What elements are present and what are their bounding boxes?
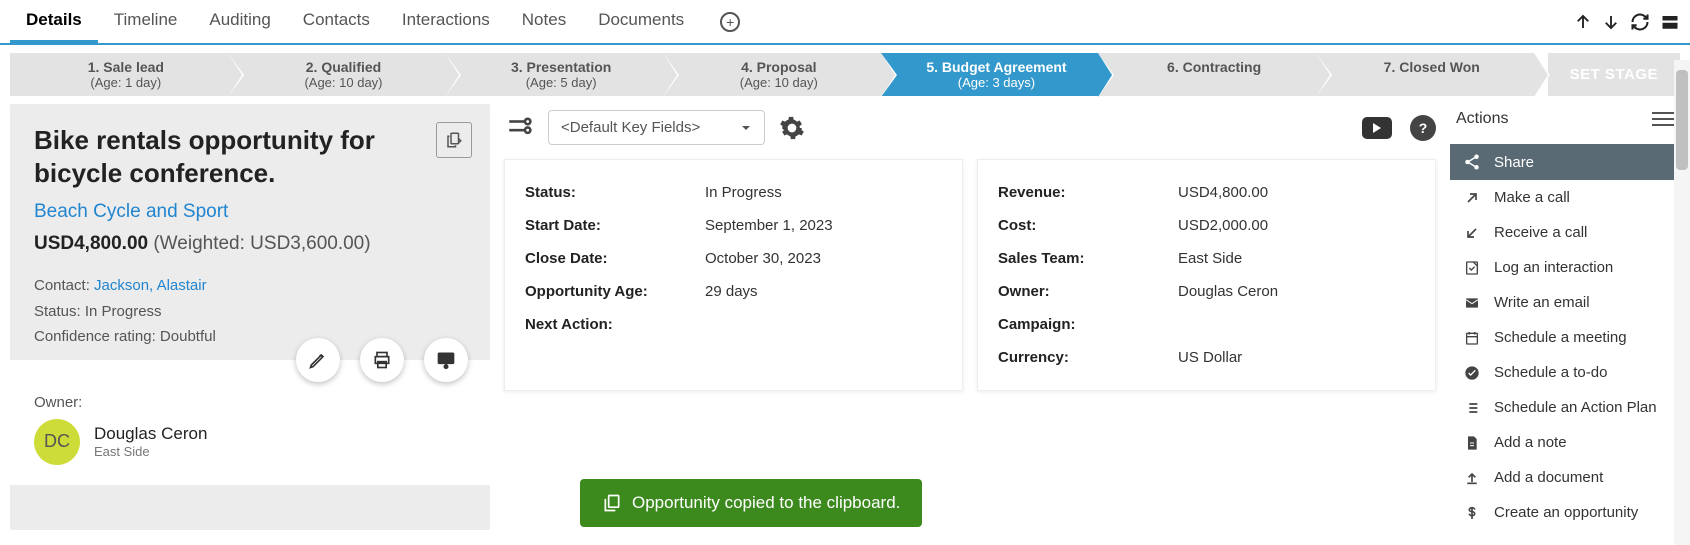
- action-make-a-call[interactable]: Make a call: [1450, 180, 1680, 215]
- actions-title: Actions: [1456, 110, 1508, 128]
- share-icon: [1462, 153, 1482, 171]
- arrow-down-icon[interactable]: [1602, 13, 1620, 31]
- tab-notes[interactable]: Notes: [506, 0, 582, 43]
- action-add-a-document[interactable]: Add a document: [1450, 460, 1680, 495]
- dollar-icon: [1462, 505, 1482, 521]
- actions-menu-icon[interactable]: [1652, 108, 1674, 130]
- tab-interactions[interactable]: Interactions: [386, 0, 506, 43]
- gear-icon[interactable]: [779, 115, 805, 141]
- video-icon[interactable]: [1362, 117, 1392, 139]
- details-card-right: Revenue:USD4,800.00 Cost:USD2,000.00 Sal…: [977, 159, 1436, 391]
- arrow-dl-icon: [1462, 225, 1482, 241]
- owner-name: Douglas Ceron: [94, 424, 207, 444]
- action-schedule-an-action-plan[interactable]: Schedule an Action Plan: [1450, 390, 1680, 425]
- tabs-bar: DetailsTimelineAuditingContactsInteracti…: [0, 0, 1690, 45]
- stage-2[interactable]: 2. Qualified(Age: 10 day): [228, 53, 446, 96]
- help-icon[interactable]: ?: [1410, 115, 1436, 141]
- scrollbar[interactable]: [1674, 60, 1690, 545]
- key-fields-select[interactable]: <Default Key Fields>: [548, 110, 765, 145]
- opportunity-amount: USD4,800.00 (Weighted: USD3,600.00): [34, 233, 466, 255]
- stage-4[interactable]: 4. Proposal(Age: 10 day): [663, 53, 881, 96]
- set-stage-button[interactable]: SET STAGE: [1548, 53, 1680, 96]
- panel-icon[interactable]: [1660, 13, 1680, 31]
- print-button[interactable]: [360, 338, 404, 382]
- tab-timeline[interactable]: Timeline: [98, 0, 194, 43]
- tab-auditing[interactable]: Auditing: [193, 0, 286, 43]
- action-schedule-a-meeting[interactable]: Schedule a meeting: [1450, 320, 1680, 355]
- status-value: In Progress: [85, 303, 162, 320]
- stage-6[interactable]: 6. Contracting: [1098, 53, 1316, 96]
- check-icon: [1462, 365, 1482, 381]
- doc-icon: [1462, 435, 1482, 451]
- stage-1[interactable]: 1. Sale lead(Age: 1 day): [10, 53, 228, 96]
- note-icon: [1462, 260, 1482, 276]
- account-link[interactable]: Beach Cycle and Sport: [34, 201, 466, 223]
- tab-documents[interactable]: Documents: [582, 0, 700, 43]
- toast-message: Opportunity copied to the clipboard.: [580, 479, 922, 527]
- add-tab-button[interactable]: +: [720, 12, 740, 32]
- copy-icon: [602, 493, 622, 513]
- action-schedule-a-to-do[interactable]: Schedule a to-do: [1450, 355, 1680, 390]
- chevron-down-icon: [740, 122, 752, 134]
- arrow-ur-icon: [1462, 190, 1482, 206]
- mail-icon: [1462, 295, 1482, 311]
- copy-button[interactable]: [436, 122, 472, 158]
- present-button[interactable]: [424, 338, 468, 382]
- list-icon: [1462, 400, 1482, 416]
- key-icon[interactable]: [504, 115, 534, 141]
- opportunity-summary-card: Bike rentals opportunity for bicycle con…: [10, 104, 490, 530]
- action-create-an-opportunity[interactable]: Create an opportunity: [1450, 495, 1680, 530]
- opportunity-title: Bike rentals opportunity for bicycle con…: [34, 124, 466, 189]
- tab-contacts[interactable]: Contacts: [287, 0, 386, 43]
- action-receive-a-call[interactable]: Receive a call: [1450, 215, 1680, 250]
- tab-details[interactable]: Details: [10, 0, 98, 43]
- refresh-icon[interactable]: [1630, 12, 1650, 32]
- confidence-value: Doubtful: [160, 328, 216, 345]
- owner-avatar[interactable]: DC: [34, 419, 80, 465]
- stage-5[interactable]: 5. Budget Agreement(Age: 3 days): [881, 53, 1099, 96]
- owner-team: East Side: [94, 444, 207, 459]
- action-share[interactable]: Share: [1450, 144, 1680, 180]
- edit-button[interactable]: [296, 338, 340, 382]
- contact-link[interactable]: Jackson, Alastair: [94, 277, 207, 294]
- calendar-icon: [1462, 330, 1482, 346]
- upload-icon: [1462, 470, 1482, 486]
- action-write-an-email[interactable]: Write an email: [1450, 285, 1680, 320]
- action-add-a-note[interactable]: Add a note: [1450, 425, 1680, 460]
- actions-panel: Actions ShareMake a callReceive a callLo…: [1450, 104, 1680, 530]
- arrow-up-icon[interactable]: [1574, 13, 1592, 31]
- stages-row: 1. Sale lead(Age: 1 day)2. Qualified(Age…: [0, 45, 1690, 104]
- owner-label: Owner:: [34, 394, 466, 411]
- stage-3[interactable]: 3. Presentation(Age: 5 day): [445, 53, 663, 96]
- details-card-left: Status:In Progress Start Date:September …: [504, 159, 963, 391]
- stage-7[interactable]: 7. Closed Won: [1316, 53, 1534, 96]
- action-log-an-interaction[interactable]: Log an interaction: [1450, 250, 1680, 285]
